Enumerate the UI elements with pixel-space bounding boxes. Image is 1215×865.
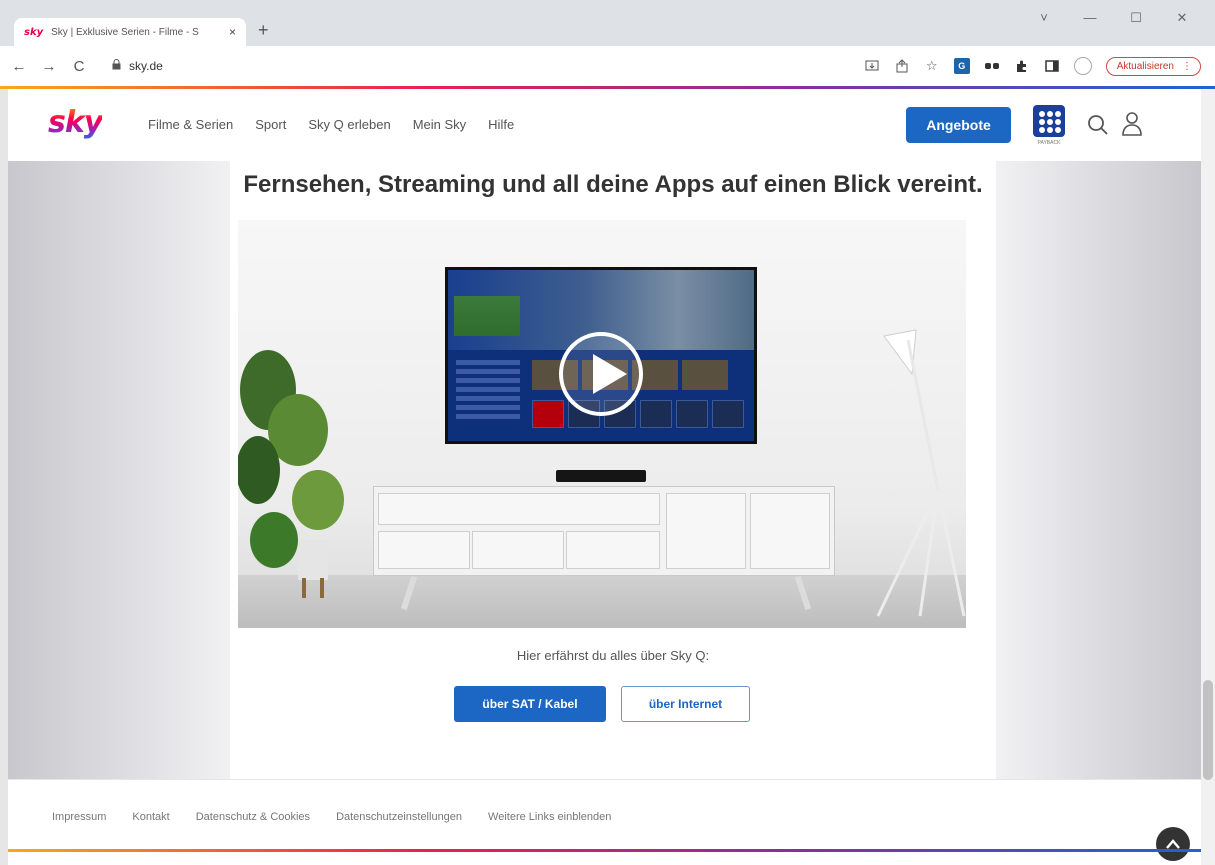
- footer-divider: [8, 779, 1201, 780]
- menu-item-sport[interactable]: Sport: [255, 117, 286, 132]
- footer-link-datenschutz[interactable]: Datenschutz & Cookies: [196, 811, 310, 823]
- sat-kabel-button[interactable]: über SAT / Kabel: [454, 686, 606, 722]
- payback-label: PAYBACK: [1037, 140, 1061, 146]
- more-menu-icon: ⋮: [1182, 60, 1192, 72]
- side-panel-icon[interactable]: [1044, 58, 1060, 74]
- sky-q-receiver: [556, 470, 646, 482]
- internet-button[interactable]: über Internet: [621, 686, 750, 722]
- scrollbar-thumb[interactable]: [1203, 680, 1213, 780]
- bookmark-star-icon[interactable]: ☆: [924, 58, 940, 74]
- extension-glasses-icon[interactable]: [984, 58, 1000, 74]
- tv-sport-tile: [454, 296, 520, 336]
- update-button[interactable]: Aktualisieren ⋮: [1105, 56, 1201, 76]
- plant-illustration: [238, 350, 344, 598]
- title-bar: sky Sky | Exklusive Serien - Filme - S ×…: [0, 0, 1215, 46]
- menu-item-filme-serien[interactable]: Filme & Serien: [148, 117, 233, 132]
- right-gutter: [996, 161, 1201, 779]
- page-headline: Fernsehen, Streaming und all deine Apps …: [243, 171, 983, 198]
- floor-lamp-illustration: [876, 329, 966, 617]
- footer-link-impressum[interactable]: Impressum: [52, 811, 106, 823]
- tab-title: Sky | Exklusive Serien - Filme - S: [51, 26, 199, 38]
- menu-item-mein-sky[interactable]: Mein Sky: [413, 117, 466, 132]
- toolbar-actions: ☆ G Aktualisieren ⋮: [864, 46, 1201, 86]
- chevron-up-icon: [1166, 839, 1180, 849]
- minimize-button[interactable]: —: [1067, 10, 1113, 26]
- extensions-puzzle-icon[interactable]: [1014, 58, 1030, 74]
- install-app-icon[interactable]: [864, 58, 880, 74]
- scroll-to-top-button[interactable]: [1156, 827, 1190, 861]
- back-button[interactable]: ←: [8, 58, 30, 75]
- search-icon[interactable]: [1086, 113, 1110, 137]
- browser-toolbar: ← → C sky.de ☆ G Aktualisieren ⋮: [0, 46, 1215, 86]
- footer-link-datenschutzeinstellungen[interactable]: Datenschutzeinstellungen: [336, 811, 462, 823]
- lock-icon[interactable]: [112, 59, 121, 73]
- menu-item-hilfe[interactable]: Hilfe: [488, 117, 514, 132]
- left-gutter: [8, 161, 230, 779]
- window-controls: ˅ — ☐ ✕: [1021, 10, 1205, 26]
- sky-logo[interactable]: sky: [48, 105, 103, 140]
- main-menu: Filme & Serien Sport Sky Q erleben Mein …: [148, 117, 514, 132]
- update-button-label: Aktualisieren: [1116, 60, 1174, 72]
- extension-icon[interactable]: G: [953, 58, 970, 74]
- close-window-button[interactable]: ✕: [1159, 10, 1205, 26]
- forward-button[interactable]: →: [38, 58, 60, 75]
- new-tab-button[interactable]: +: [258, 20, 269, 41]
- angebote-button[interactable]: Angebote: [906, 107, 1011, 143]
- user-account-icon[interactable]: [1120, 111, 1144, 137]
- footer-links: Impressum Kontakt Datenschutz & Cookies …: [52, 811, 611, 823]
- play-video-icon[interactable]: [559, 332, 643, 416]
- payback-icon: [1033, 105, 1065, 137]
- tv-app-row: [532, 400, 744, 428]
- reload-button[interactable]: C: [68, 58, 90, 75]
- profile-avatar[interactable]: [1073, 57, 1092, 75]
- browser-tab[interactable]: sky Sky | Exklusive Serien - Filme - S ×: [14, 18, 246, 46]
- share-icon[interactable]: [894, 58, 910, 74]
- sky-q-info-text: Hier erfährst du alles über Sky Q:: [516, 648, 710, 663]
- tab-close-icon[interactable]: ×: [229, 25, 236, 39]
- menu-item-sky-q-erleben[interactable]: Sky Q erleben: [308, 117, 390, 132]
- tv-menu: [456, 360, 520, 440]
- footer-link-weitere-links[interactable]: Weitere Links einblenden: [488, 811, 611, 823]
- sky-favicon-icon: sky: [24, 26, 44, 38]
- site-header: sky Filme & Serien Sport Sky Q erleben M…: [8, 89, 1201, 161]
- browser-window: sky Sky | Exklusive Serien - Filme - S ×…: [0, 0, 1215, 865]
- hero-video[interactable]: [238, 220, 966, 628]
- address-bar[interactable]: sky.de: [129, 59, 163, 73]
- bottom-brand-line: [8, 849, 1201, 852]
- maximize-button[interactable]: ☐: [1113, 10, 1159, 26]
- payback-logo[interactable]: PAYBACK: [1030, 105, 1068, 149]
- page-viewport: sky Filme & Serien Sport Sky Q erleben M…: [8, 89, 1201, 865]
- footer-link-kontakt[interactable]: Kontakt: [132, 811, 169, 823]
- sideboard-illustration: [373, 486, 835, 576]
- tab-search-icon[interactable]: ˅: [1021, 10, 1067, 26]
